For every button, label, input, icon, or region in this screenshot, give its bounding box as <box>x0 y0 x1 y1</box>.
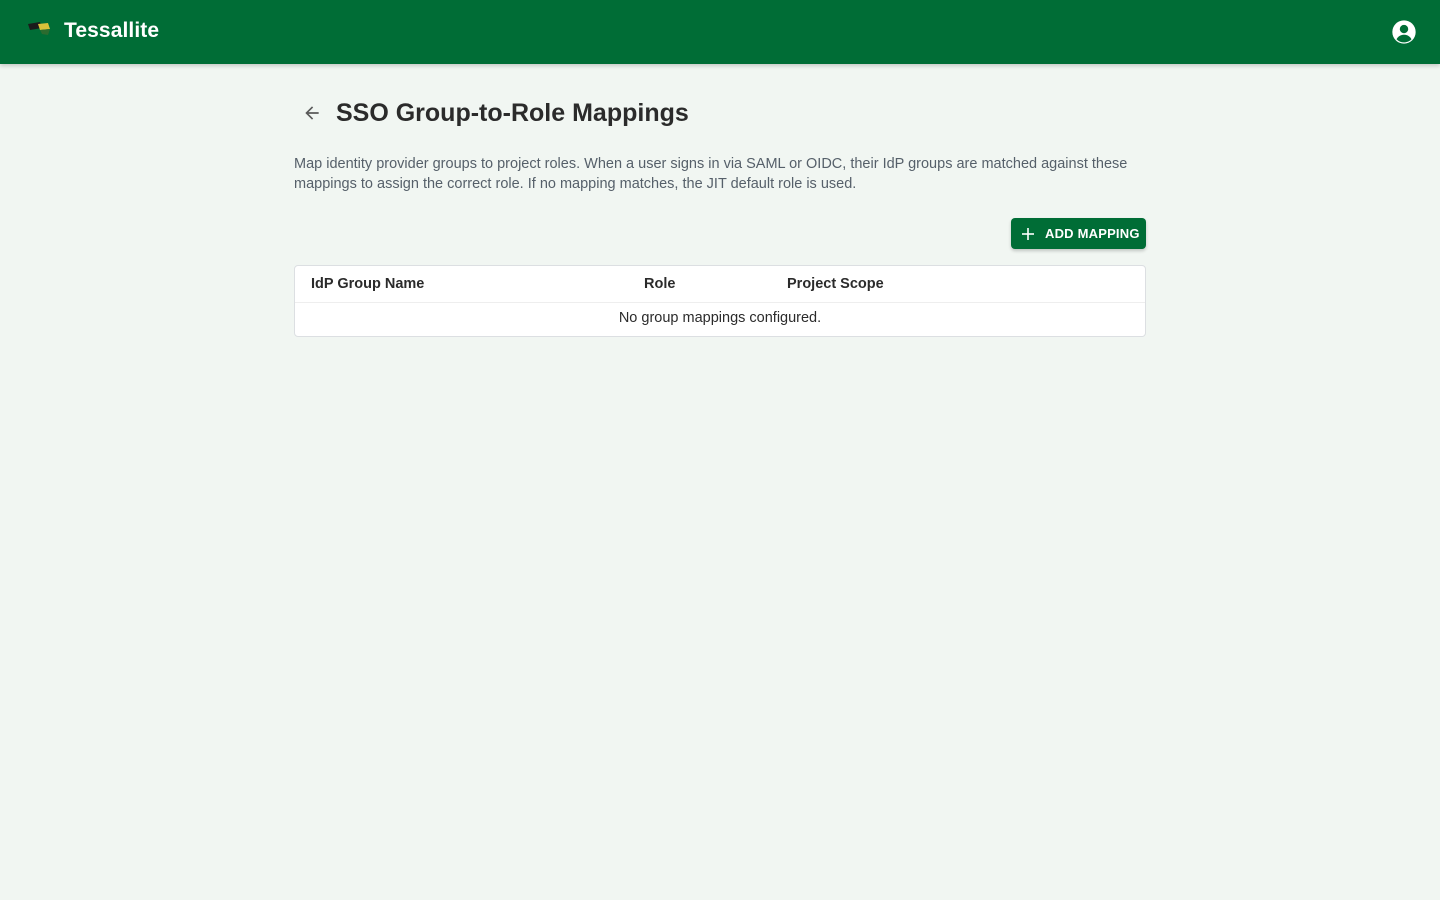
page-title: SSO Group-to-Role Mappings <box>336 99 689 127</box>
column-header-project-scope[interactable]: Project Scope <box>787 276 884 292</box>
page-description: Map identity provider groups to project … <box>294 156 1128 192</box>
empty-state-message: No group mappings configured. <box>618 310 822 326</box>
table-header-row: IdP Group Name Role Project Scope <box>295 266 1145 303</box>
add-mapping-button[interactable]: ADD MAPPING <box>1011 218 1146 249</box>
account-circle-icon[interactable] <box>1390 18 1418 46</box>
app-bar: Tessallite <box>0 0 1440 64</box>
add-mapping-label: ADD MAPPING <box>1045 226 1140 241</box>
group-mappings-table: IdP Group Name Role Project Scope No gro… <box>294 265 1146 337</box>
app-name[interactable]: Tessallite <box>64 19 159 43</box>
back-button[interactable] <box>296 97 328 129</box>
column-header-idp-group-name[interactable]: IdP Group Name <box>311 276 424 292</box>
tessallite-logo-icon <box>28 22 50 35</box>
plus-icon <box>1022 227 1034 240</box>
column-header-role[interactable]: Role <box>644 276 675 292</box>
arrow-left-icon <box>305 106 319 120</box>
